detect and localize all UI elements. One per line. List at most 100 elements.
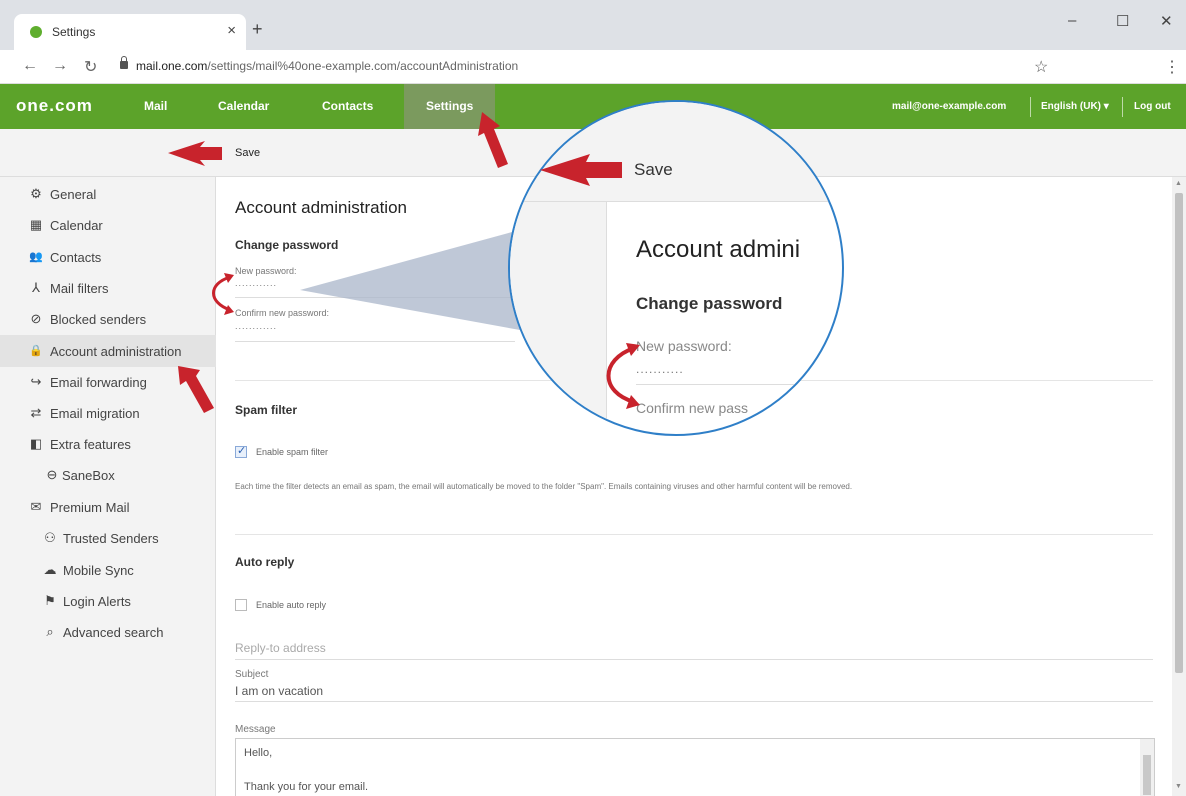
forward-icon: ↪ [30,374,42,389]
browser-tab-bar: Settings × + – ☐ ✕ [0,0,1186,50]
lock-icon [120,56,128,69]
sidebar-item-premium-mail[interactable]: ✉ Premium Mail [0,493,216,523]
magnified-field-underline [636,384,842,385]
sidebar-item-label: Login Alerts [63,594,131,609]
sidebar-item-label: Premium Mail [50,500,130,515]
sidebar-item-mail-filters[interactable]: ⅄ Mail filters [0,274,216,304]
change-password-heading: Change password [235,238,339,252]
new-tab-button[interactable]: + [252,20,263,38]
sidebar-item-calendar[interactable]: ▦ Calendar [0,211,216,241]
message-line: Hello, [244,747,273,759]
textarea-scroll-thumb[interactable] [1143,755,1151,795]
logo[interactable]: one.com [16,96,93,116]
address-bar-row: ← → ↻ mail.one.com/settings/mail%40one-e… [0,50,1186,84]
sidebar-item-email-migration[interactable]: ⇄ Email migration [0,399,216,429]
browser-menu-icon[interactable]: ⋮ [1164,57,1180,77]
new-password-field[interactable]: ............ [235,278,277,288]
url-path: /settings/mail%40one-example.com/account… [207,59,519,73]
sidebar-item-email-forwarding[interactable]: ↪ Email forwarding [0,368,216,398]
sidebar-item-label: SaneBox [62,468,115,483]
confirm-password-field[interactable]: ............ [235,321,277,331]
spam-filter-checkbox[interactable] [235,444,247,458]
settings-sidebar: ⚙ General ▦ Calendar 👥 Contacts ⅄ Mail filte… [0,177,216,796]
confirm-password-label: Confirm new password: [235,308,330,318]
auto-reply-heading: Auto reply [235,555,295,569]
auto-reply-checkbox-label[interactable]: Enable auto reply [256,600,326,610]
auto-reply-checkbox[interactable] [235,599,247,611]
sidebar-item-trusted-senders[interactable]: ⚇ Trusted Senders [0,524,216,554]
magnified-new-password-label: New password: [636,338,732,354]
nav-calendar[interactable]: Calendar [218,84,269,129]
back-arrow-icon[interactable]: ← [22,57,38,75]
nav-contacts[interactable]: Contacts [322,84,373,129]
section-divider [235,534,1153,535]
logout-link[interactable]: Log out [1134,84,1171,129]
trusted-icon: ⚇ [44,530,56,545]
sidebar-item-advanced-search[interactable]: ⌕ Advanced search [0,618,216,648]
forward-arrow-icon[interactable]: → [52,57,68,75]
header-divider [1030,97,1031,117]
tab-close-icon[interactable]: × [227,22,236,39]
sidebar-item-extra-features[interactable]: ◧ Extra features [0,430,216,460]
page-title: Account administration [235,198,407,217]
blocked-icon: ⊘ [30,311,42,326]
lock-icon: 🔒 [29,345,43,357]
sidebar-item-account-administration[interactable]: 🔒 Account administration [0,335,216,367]
page-scroll-thumb[interactable] [1175,193,1183,673]
bookmark-star-icon[interactable]: ☆ [1034,57,1048,77]
close-window-button[interactable]: ✕ [1160,12,1173,30]
sidebar-item-mobile-sync[interactable]: ☁ Mobile Sync [0,556,216,586]
url-field[interactable]: mail.one.com/settings/mail%40one-example… [136,59,518,73]
subject-input[interactable]: I am on vacation [235,684,323,698]
sidebar-item-contacts[interactable]: 👥 Contacts [0,243,216,273]
cloud-icon: ☁ [43,562,57,577]
scroll-up-arrow-icon[interactable]: ▲ [1175,180,1182,187]
textarea-scrollbar[interactable] [1140,739,1154,796]
reply-to-input[interactable]: Reply-to address [235,641,326,655]
sidebar-item-login-alerts[interactable]: ⚑ Login Alerts [0,587,216,617]
url-host: mail.one.com [136,59,208,73]
sidebar-item-label: Email migration [50,406,140,421]
magnified-page-title: Account admini [636,236,801,263]
nav-mail[interactable]: Mail [144,84,167,129]
message-textarea[interactable]: Hello, Thank you for your email. [235,738,1155,796]
scroll-down-arrow-icon[interactable]: ▼ [1175,783,1182,790]
new-password-label: New password: [235,266,297,276]
sidebar-item-label: Extra features [50,437,131,452]
magnified-save-toolbar: Save [510,102,842,202]
user-email[interactable]: mail@one-example.com [892,84,1006,129]
sanebox-icon: ⊖ [46,467,58,482]
field-underline [235,659,1153,660]
sidebar-item-label: Account administration [50,344,182,359]
alert-icon: ⚑ [44,593,56,608]
favicon-icon [30,26,42,38]
page-scrollbar[interactable]: ▲ ▼ [1172,177,1186,796]
sidebar-item-sanebox[interactable]: ⊖ SaneBox [0,461,216,491]
sidebar-item-label: Email forwarding [50,375,147,390]
browser-tab[interactable]: Settings × [14,14,246,50]
sidebar-item-label: Contacts [50,250,102,265]
language-select[interactable]: English (UK) ▾ [1041,84,1109,129]
sidebar-item-label: Mail filters [50,281,109,296]
sidebar-item-label: Mobile Sync [63,563,134,578]
field-underline [235,701,1153,702]
filter-icon: ⅄ [32,280,40,295]
search-icon: ⌕ [46,624,54,639]
message-label: Message [235,724,276,735]
maximize-button[interactable]: ☐ [1116,12,1129,30]
reload-icon[interactable]: ↻ [84,57,97,77]
spam-filter-description: Each time the filter detects an email as… [235,482,853,491]
spam-filter-checkbox-label[interactable]: Enable spam filter [256,447,328,457]
save-button[interactable]: Save [235,147,260,159]
nav-settings[interactable]: Settings [404,84,496,129]
sidebar-item-label: Trusted Senders [63,531,159,546]
magnified-save-button[interactable]: Save [634,160,673,180]
premium-icon: ✉ [30,499,42,514]
sidebar-item-general[interactable]: ⚙ General [0,180,216,210]
field-underline [235,297,515,298]
magnified-change-password-heading: Change password [636,294,783,313]
sidebar-item-blocked-senders[interactable]: ⊘ Blocked senders [0,305,216,335]
header-divider [1122,97,1123,117]
minimize-button[interactable]: – [1068,12,1076,29]
box-icon: ◧ [29,436,43,451]
